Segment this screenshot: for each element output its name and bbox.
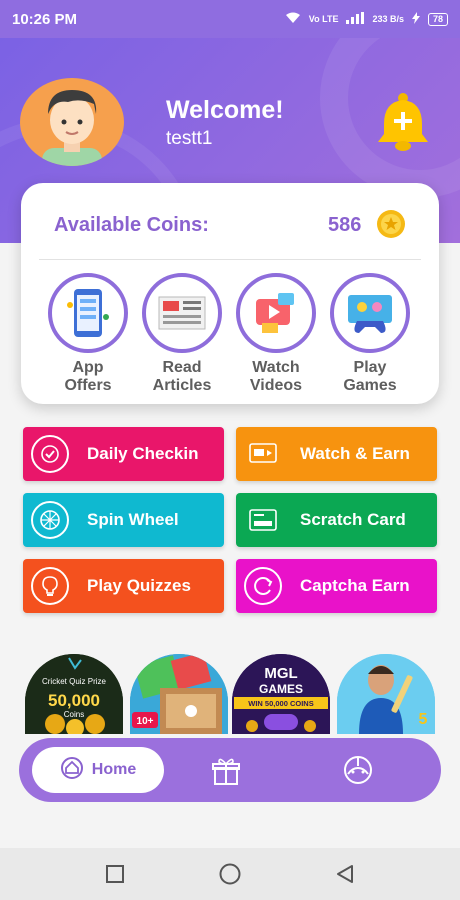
nav-home-tab[interactable]: Home [32, 747, 164, 793]
coin-icon [376, 209, 406, 239]
bottom-nav: Home [19, 738, 441, 802]
daily-checkin-label: Daily Checkin [87, 444, 199, 463]
scratch-card-label: Scratch Card [300, 510, 406, 529]
avatar[interactable] [20, 78, 124, 166]
app-offers-label-line2: Offers [64, 377, 112, 394]
quiz-banner-amount: 50,000 [48, 691, 100, 710]
checkmark-icon [31, 435, 69, 473]
quiz-banner-unit: Coins [64, 710, 84, 719]
recents-icon[interactable] [106, 865, 124, 888]
play-games-label-line1: Play [353, 359, 387, 376]
coins-card: Available Coins: 586 App Offers Read Artic… [21, 183, 439, 404]
app-offers-label-line1: App [72, 359, 104, 376]
category-read-articles[interactable]: Read Articles [141, 273, 223, 395]
svg-text:5: 5 [419, 711, 428, 728]
notification-bell-icon[interactable] [376, 92, 430, 152]
quiz-banner-title: Cricket Quiz Prize [42, 677, 107, 686]
video-icon [236, 273, 316, 353]
play-quizzes-button[interactable]: Play Quizzes [23, 559, 224, 613]
category-play-games[interactable]: Play Games [329, 273, 411, 395]
watch-and-earn-label: Watch & Earn [300, 444, 410, 463]
captcha-earn-button[interactable]: Captcha Earn [236, 559, 437, 613]
app-offers-icon [48, 273, 128, 353]
daily-checkin-button[interactable]: Daily Checkin [23, 427, 224, 481]
speed-label: 233 B/s [372, 14, 404, 24]
welcome-text: Welcome! [166, 96, 284, 124]
back-icon[interactable] [336, 864, 354, 889]
battery-indicator: 78 [427, 12, 448, 26]
scratch-card-button[interactable]: Scratch Card [236, 493, 437, 547]
mgl-banner-win: WIN 50,000 COINS [248, 699, 313, 708]
game-controller-icon[interactable] [342, 754, 374, 786]
status-time: 10:26 PM [12, 10, 78, 28]
ludo-banner-badge: 10+ [137, 716, 154, 727]
captcha-icon [244, 567, 282, 605]
system-nav-bar [0, 848, 460, 900]
captcha-earn-label: Captcha Earn [300, 576, 410, 595]
watch-videos-label-line1: Watch [252, 359, 300, 376]
watch-and-earn-button[interactable]: Watch & Earn [236, 427, 437, 481]
network-label: Vo LTE [308, 14, 339, 24]
gift-icon[interactable] [211, 756, 241, 786]
category-app-offers[interactable]: App Offers [47, 273, 129, 395]
available-coins-label: Available Coins: [54, 214, 209, 236]
gamepad-icon [330, 273, 410, 353]
cricket-quiz-banner[interactable]: Cricket Quiz Prize 50,000 Coins [25, 654, 123, 734]
home-circle-icon[interactable] [219, 863, 241, 890]
play-quizzes-label: Play Quizzes [87, 576, 191, 595]
video-player-icon [244, 435, 282, 473]
wifi-icon [285, 12, 301, 26]
cricket-player-banner[interactable]: 5 [337, 654, 435, 734]
scratch-card-icon [244, 501, 282, 539]
coins-balance: 586 [328, 214, 362, 236]
mgl-banner-subtitle: GAMES [259, 682, 303, 696]
category-watch-videos[interactable]: Watch Videos [235, 273, 317, 395]
divider [39, 259, 421, 260]
spin-wheel-label: Spin Wheel [87, 510, 179, 529]
home-icon [60, 756, 84, 785]
mgl-banner-title: MGL [264, 665, 297, 682]
signal-icon [346, 12, 365, 26]
play-games-label-line2: Games [343, 377, 397, 394]
spin-wheel-button[interactable]: Spin Wheel [23, 493, 224, 547]
watch-videos-label-line2: Videos [249, 377, 303, 394]
username: testt1 [166, 128, 213, 149]
read-articles-label-line1: Read [162, 359, 202, 376]
wheel-icon [31, 501, 69, 539]
lightbulb-icon [31, 567, 69, 605]
read-articles-label-line2: Articles [152, 377, 212, 394]
newspaper-icon [142, 273, 222, 353]
ludo-game-banner[interactable]: 10+ [130, 654, 228, 734]
mgl-games-banner[interactable]: MGL GAMES WIN 50,000 COINS [232, 654, 330, 734]
status-bar: 10:26 PM Vo LTE 233 B/s 78 [0, 0, 460, 38]
nav-home-label: Home [91, 761, 137, 778]
charging-icon [411, 12, 420, 26]
